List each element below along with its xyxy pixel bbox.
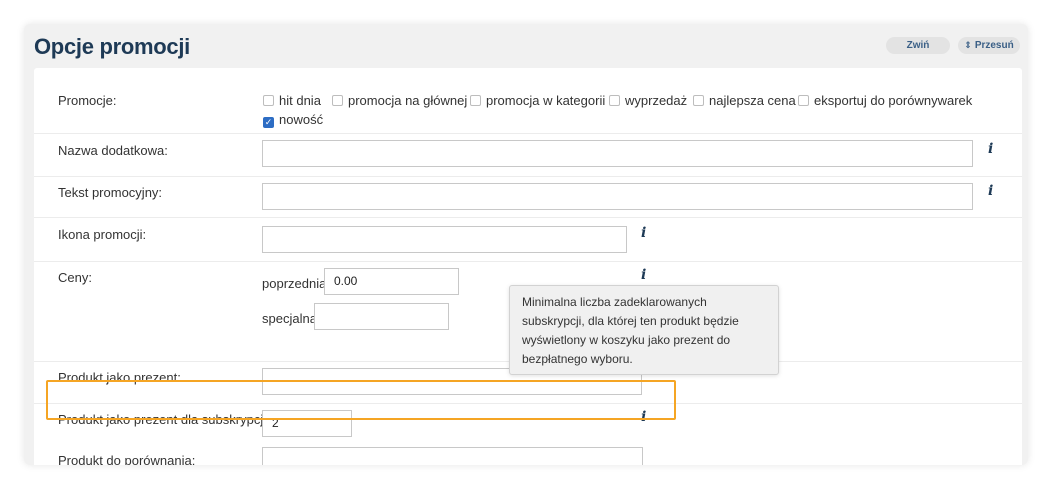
special-price-label: specjalna	[262, 311, 317, 326]
extra-name-row: Nazwa dodatkowa: i	[34, 134, 1022, 177]
promo-option-category[interactable]: promocja w kategorii	[470, 93, 605, 108]
promotions-row: Promocje: hit dnia promocja na głównej p…	[34, 68, 1022, 134]
move-button-label: Przesuń	[974, 40, 1014, 51]
promo-option-label: eksportuj do porównywarek	[814, 93, 973, 108]
prices-label: Ceny:	[58, 270, 92, 285]
promo-icon-label: Ikona promocji:	[58, 227, 147, 242]
highlight-frame	[46, 380, 676, 420]
promotion-options-panel: Opcje promocji Zwiń ⇕ Przesuń Promocje: h…	[24, 24, 1028, 465]
collapse-button[interactable]: Zwiń	[886, 37, 950, 54]
panel-title: Opcje promocji	[34, 34, 190, 59]
promo-option-label: promocja w kategorii	[486, 93, 606, 108]
checkbox-checked[interactable]: ✓	[263, 117, 274, 128]
promo-option-label: promocja na głównej	[348, 93, 468, 108]
info-icon[interactable]: i	[641, 267, 646, 283]
checkbox[interactable]	[263, 95, 274, 106]
compare-product-row: Produkt do porównania:	[34, 447, 1022, 465]
compare-product-label: Produkt do porównania:	[58, 453, 196, 465]
checkbox[interactable]	[693, 95, 704, 106]
tooltip: Minimalna liczba zadeklarowanych subskry…	[509, 285, 779, 375]
promo-icon-row: Ikona promocji: i	[34, 218, 1022, 262]
compare-product-input[interactable]	[262, 447, 643, 465]
move-arrows-icon: ⇕	[964, 40, 972, 50]
info-icon[interactable]: i	[641, 225, 646, 241]
promo-option-new[interactable]: ✓ nowość	[263, 112, 323, 128]
checkbox[interactable]	[470, 95, 481, 106]
promo-icon-input[interactable]	[262, 226, 627, 253]
special-price-input[interactable]	[314, 303, 449, 330]
promo-option-hit-dnia[interactable]: hit dnia	[263, 93, 321, 108]
promo-option-label: wyprzedaż	[625, 93, 688, 108]
promo-option-export-comparators[interactable]: eksportuj do porównywarek	[798, 93, 972, 108]
promo-option-label: najlepsza cena	[709, 93, 796, 108]
promo-option-label: hit dnia	[279, 93, 321, 108]
extra-name-label: Nazwa dodatkowa:	[58, 143, 168, 158]
info-icon[interactable]: i	[988, 183, 993, 199]
promotions-label: Promocje:	[58, 93, 117, 108]
checkbox[interactable]	[798, 95, 809, 106]
promo-option-main-page[interactable]: promocja na głównej	[332, 93, 467, 108]
promo-text-row: Tekst promocyjny: i	[34, 177, 1022, 218]
checkbox[interactable]	[332, 95, 343, 106]
move-button[interactable]: ⇕ Przesuń	[958, 37, 1020, 54]
promo-option-best-price[interactable]: najlepsza cena	[693, 93, 796, 108]
promo-text-input[interactable]	[262, 183, 973, 210]
promo-option-sale[interactable]: wyprzedaż	[609, 93, 687, 108]
promo-option-label: nowość	[279, 112, 324, 127]
extra-name-input[interactable]	[262, 140, 973, 167]
checkbox[interactable]	[609, 95, 620, 106]
promo-text-label: Tekst promocyjny:	[58, 185, 163, 200]
previous-price-label: poprzednia	[262, 276, 327, 291]
form-body: Promocje: hit dnia promocja na głównej p…	[34, 68, 1022, 465]
previous-price-input[interactable]: 0.00	[324, 268, 459, 295]
info-icon[interactable]: i	[988, 141, 993, 157]
